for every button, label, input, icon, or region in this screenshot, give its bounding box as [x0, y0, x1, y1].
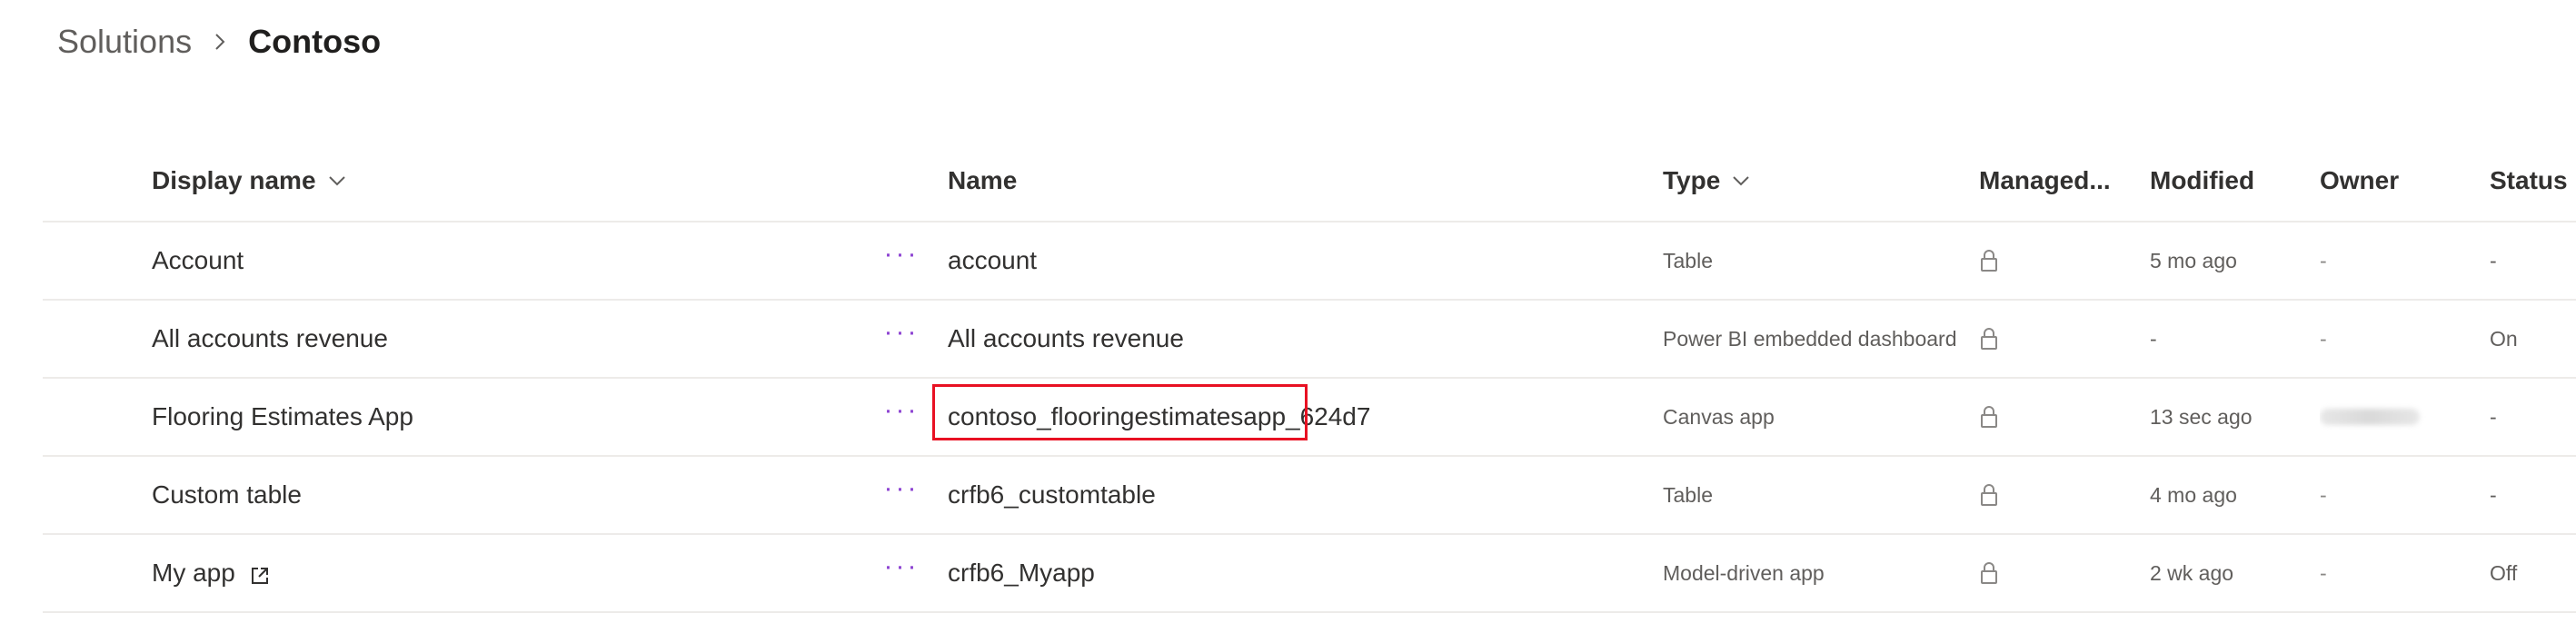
row-status: On — [2490, 326, 2518, 351]
row-name: All accounts revenue — [948, 324, 1184, 352]
row-name: crfb6_customtable — [948, 480, 1156, 509]
more-icon: ··· — [883, 551, 920, 581]
row-type: Canvas app — [1663, 404, 1775, 429]
more-icon: ··· — [883, 473, 920, 503]
row-managed — [1979, 301, 2143, 377]
more-icon: ··· — [883, 395, 920, 425]
column-header-name-label: Name — [948, 166, 1018, 194]
column-header-modified[interactable]: Modified — [2150, 141, 2313, 221]
row-display-name[interactable]: Account — [152, 223, 879, 299]
row-display-name-label[interactable]: My app — [152, 559, 235, 588]
column-header-status[interactable]: Status — [2490, 141, 2576, 221]
row-type: Table — [1663, 248, 1713, 272]
open-in-new-window-icon[interactable] — [250, 563, 270, 584]
more-commands-button[interactable]: ··· — [860, 301, 942, 377]
solution-components-grid: Display name Name Type Managed... Modifi… — [43, 141, 2576, 613]
grid-header: Display name Name Type Managed... Modifi… — [43, 141, 2576, 223]
row-owner: - — [2320, 248, 2327, 272]
row-status: Off — [2490, 560, 2518, 585]
column-header-owner-label: Owner — [2320, 166, 2400, 194]
breadcrumb-solutions-link[interactable]: Solutions — [57, 23, 192, 61]
row-modified: 5 mo ago — [2150, 248, 2237, 272]
chevron-down-icon[interactable] — [1731, 171, 1751, 191]
table-row[interactable]: My app ··· crfb6_Myapp Model-driven app … — [43, 535, 2576, 613]
row-type: Power BI embedded dashboard — [1663, 326, 1957, 351]
column-header-owner[interactable]: Owner — [2320, 141, 2483, 221]
row-type: Model-driven app — [1663, 560, 1825, 585]
row-display-name[interactable]: My app — [152, 535, 879, 611]
column-header-name[interactable]: Name — [948, 141, 1656, 221]
more-icon: ··· — [883, 317, 920, 347]
row-modified: - — [2150, 326, 2157, 351]
blurred-owner-name — [2320, 409, 2420, 425]
row-owner: - — [2320, 560, 2327, 585]
lock-icon — [1979, 561, 1999, 585]
more-commands-button[interactable]: ··· — [860, 535, 942, 611]
row-managed — [1979, 457, 2143, 533]
column-header-display-name[interactable]: Display name — [152, 141, 879, 221]
row-display-name[interactable]: Custom table — [152, 457, 879, 533]
row-managed — [1979, 379, 2143, 455]
row-managed — [1979, 535, 2143, 611]
row-owner: - — [2320, 326, 2327, 351]
more-commands-button[interactable]: ··· — [860, 379, 942, 455]
chevron-right-icon — [210, 32, 230, 52]
row-name: crfb6_Myapp — [948, 559, 1095, 587]
column-header-managed[interactable]: Managed... — [1979, 141, 2143, 221]
breadcrumb: Solutions Contoso — [57, 16, 381, 67]
lock-icon — [1979, 249, 1999, 272]
row-managed — [1979, 223, 2143, 299]
breadcrumb-current: Contoso — [248, 23, 382, 60]
row-status: - — [2490, 404, 2497, 429]
table-row[interactable]: Custom table ··· crfb6_customtable Table… — [43, 457, 2576, 535]
lock-icon — [1979, 483, 1999, 507]
row-owner — [2320, 379, 2483, 455]
row-status: - — [2490, 482, 2497, 507]
more-icon: ··· — [883, 239, 920, 269]
row-name: contoso_flooringestimatesapp_624d7 — [948, 402, 1371, 430]
row-display-name[interactable]: Flooring Estimates App — [152, 379, 879, 455]
column-header-managed-label: Managed... — [1979, 166, 2111, 194]
column-header-status-label: Status — [2490, 166, 2568, 194]
table-row[interactable]: Flooring Estimates App ··· contoso_floor… — [43, 379, 2576, 457]
more-commands-button[interactable]: ··· — [860, 457, 942, 533]
row-type: Table — [1663, 482, 1713, 507]
column-header-type-label: Type — [1663, 166, 1721, 194]
row-display-name[interactable]: All accounts revenue — [152, 301, 879, 377]
row-owner: - — [2320, 482, 2327, 507]
column-header-modified-label: Modified — [2150, 166, 2255, 194]
row-modified: 13 sec ago — [2150, 404, 2253, 429]
row-name: account — [948, 246, 1038, 274]
row-status: - — [2490, 248, 2497, 272]
table-row[interactable]: All accounts revenue ··· All accounts re… — [43, 301, 2576, 379]
column-header-type[interactable]: Type — [1663, 141, 1965, 221]
lock-icon — [1979, 327, 1999, 351]
chevron-down-icon[interactable] — [327, 171, 347, 191]
more-commands-button[interactable]: ··· — [860, 223, 942, 299]
table-row[interactable]: Account ··· account Table 5 mo ago - - — [43, 223, 2576, 301]
row-modified: 2 wk ago — [2150, 560, 2234, 585]
column-header-display-name-label: Display name — [152, 166, 316, 194]
lock-icon — [1979, 405, 1999, 429]
row-modified: 4 mo ago — [2150, 482, 2237, 507]
